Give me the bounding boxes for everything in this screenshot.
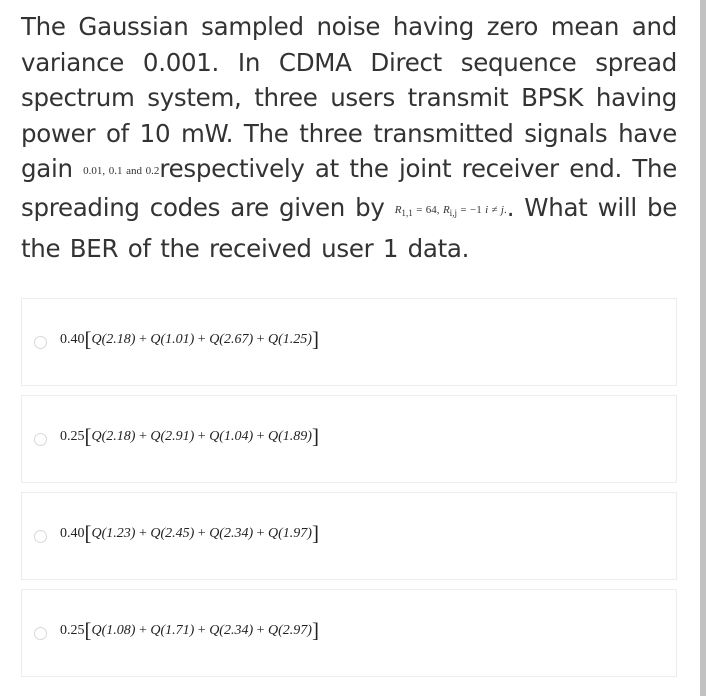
coefficient: 0.40 [60, 526, 85, 541]
answer-option-3[interactable]: 0.40[Q(1.23) + Q(2.45) + Q(2.34) + Q(1.9… [21, 492, 677, 580]
right-bracket: ] [311, 424, 319, 448]
plus-sign: + [135, 429, 151, 444]
q-term: Q(1.01) [150, 332, 195, 347]
radio-button[interactable] [34, 433, 47, 446]
rij-symbol: R [442, 203, 450, 216]
plus-sign: + [194, 429, 210, 444]
question-container: The Gaussian sampled noise having zero m… [21, 9, 677, 267]
left-bracket: [ [84, 424, 92, 448]
radio-button[interactable] [34, 530, 47, 543]
gains-math: 0.01, 0.1 and 0.2 [83, 165, 160, 177]
q-term: Q(2.18) [91, 429, 136, 444]
q-term: Q(1.89) [268, 429, 312, 444]
option-formula: 0.40[Q(2.18) + Q(1.01) + Q(2.67) + Q(1.2… [60, 329, 319, 350]
coefficient: 0.25 [60, 429, 85, 444]
r11-value: = 64, [412, 203, 443, 216]
q-term: Q(2.18) [91, 332, 136, 347]
q-term: Q(2.67) [209, 332, 254, 347]
spreading-codes-math: R1,1 = 64, Ri,j = −1 i ≠ j. [395, 203, 507, 218]
plus-sign: + [135, 332, 151, 347]
answer-option-2[interactable]: 0.25[Q(2.18) + Q(2.91) + Q(1.04) + Q(1.8… [21, 395, 677, 483]
right-bracket: ] [311, 618, 319, 642]
option-formula: 0.25[Q(1.08) + Q(1.71) + Q(2.34) + Q(2.9… [60, 620, 319, 641]
q-term: Q(2.45) [150, 526, 195, 541]
scrollbar[interactable] [700, 0, 706, 696]
q-term: Q(2.97) [268, 623, 312, 638]
q-term: Q(1.08) [91, 623, 136, 638]
plus-sign: + [194, 623, 210, 638]
q-term: Q(2.34) [209, 623, 254, 638]
left-bracket: [ [84, 618, 92, 642]
left-bracket: [ [84, 521, 92, 545]
option-formula: 0.40[Q(1.23) + Q(2.45) + Q(2.34) + Q(1.9… [60, 523, 319, 544]
plus-sign: + [135, 526, 151, 541]
answer-option-4[interactable]: 0.25[Q(1.08) + Q(1.71) + Q(2.34) + Q(2.9… [21, 589, 677, 677]
plus-sign: + [194, 526, 210, 541]
rij-subscript: i,j [449, 207, 458, 218]
rij-value: = −1 [457, 203, 486, 216]
right-bracket: ] [311, 327, 319, 351]
coefficient: 0.25 [60, 623, 85, 638]
plus-sign: + [135, 623, 151, 638]
radio-button[interactable] [34, 336, 47, 349]
q-term: Q(1.04) [209, 429, 254, 444]
plus-sign: + [253, 623, 269, 638]
coefficient: 0.40 [60, 332, 85, 347]
plus-sign: + [253, 526, 269, 541]
answer-options: 0.40[Q(2.18) + Q(1.01) + Q(2.67) + Q(1.2… [21, 298, 677, 686]
plus-sign: + [253, 429, 269, 444]
right-bracket: ] [311, 521, 319, 545]
q-term: Q(1.71) [150, 623, 195, 638]
radio-button[interactable] [34, 627, 47, 640]
plus-sign: + [194, 332, 210, 347]
q-term: Q(1.23) [91, 526, 136, 541]
r11-subscript: 1,1 [401, 207, 413, 218]
q-term: Q(1.25) [268, 332, 312, 347]
question-text: The Gaussian sampled noise having zero m… [21, 9, 677, 267]
q-term: Q(1.97) [268, 526, 312, 541]
q-term: Q(2.34) [209, 526, 254, 541]
left-bracket: [ [84, 327, 92, 351]
option-formula: 0.25[Q(2.18) + Q(2.91) + Q(1.04) + Q(1.8… [60, 426, 319, 447]
plus-sign: + [253, 332, 269, 347]
q-term: Q(2.91) [150, 429, 195, 444]
condition: i ≠ j [485, 203, 504, 216]
answer-option-1[interactable]: 0.40[Q(2.18) + Q(1.01) + Q(2.67) + Q(1.2… [21, 298, 677, 386]
